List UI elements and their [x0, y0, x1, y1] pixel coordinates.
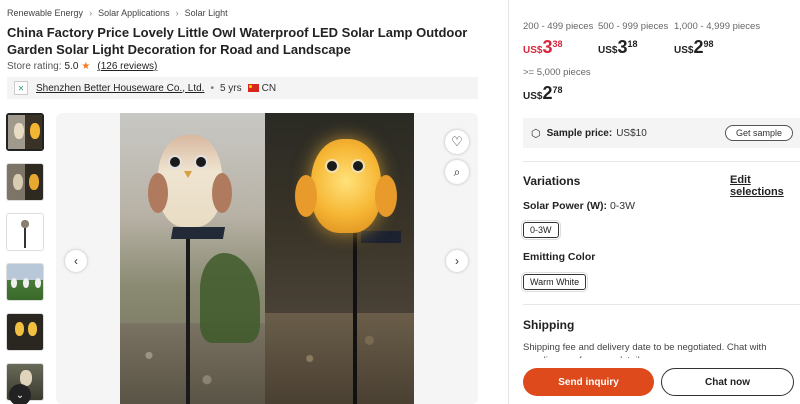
- supplier-logo: ✕: [14, 81, 28, 95]
- image-search-icon[interactable]: ⌕: [445, 160, 469, 184]
- chat-now-button[interactable]: Chat now: [661, 368, 794, 396]
- chevron-down-icon[interactable]: ⌄: [9, 384, 31, 404]
- divider: [523, 304, 800, 305]
- get-sample-button[interactable]: Get sample: [725, 125, 793, 141]
- product-photo: [120, 113, 414, 404]
- breadcrumb-item[interactable]: Solar Light: [185, 8, 228, 18]
- sample-price-label: Sample price:: [546, 127, 613, 139]
- tier-price: US$ 3 38: [523, 37, 563, 57]
- product-title: China Factory Price Lovely Little Owl Wa…: [7, 25, 468, 57]
- tier-range: 500 - 999 pieces: [598, 21, 669, 32]
- thumbnail-strip: [6, 113, 46, 404]
- sample-price-value: US$10: [616, 127, 647, 139]
- chevron-right-icon: ›: [89, 8, 93, 18]
- star-icon: ★: [81, 61, 91, 72]
- product-page: Renewable Energy › Solar Applications › …: [0, 0, 800, 404]
- emitting-color-label: Emitting Color: [523, 251, 596, 263]
- color-option-chip[interactable]: Warm White: [520, 272, 589, 292]
- chevron-right-icon: ›: [175, 8, 179, 18]
- breadcrumb-item[interactable]: Renewable Energy: [7, 8, 83, 18]
- supplier-bar: ✕ Shenzhen Better Houseware Co., Ltd. • …: [7, 77, 478, 99]
- sample-price-bar: ⬡ Sample price: US$10 Get sample: [523, 118, 800, 148]
- tier-range: 200 - 499 pieces: [523, 21, 594, 32]
- thumbnail[interactable]: [6, 213, 44, 251]
- action-bar: Send inquiry Chat now: [509, 358, 800, 404]
- tier-range: >= 5,000 pieces: [523, 67, 591, 78]
- tier-price: US$ 3 18: [598, 37, 638, 57]
- chevron-left-icon[interactable]: ‹: [65, 250, 87, 272]
- thumbnail[interactable]: [6, 113, 44, 151]
- china-flag-icon: [247, 84, 259, 92]
- power-option-chip[interactable]: 0-3W: [521, 220, 561, 240]
- heart-icon[interactable]: ♡: [445, 130, 469, 154]
- tier-price: US$ 2 78: [523, 83, 563, 103]
- shipping-title: Shipping: [523, 318, 575, 332]
- purchase-panel: 200 - 499 pieces US$ 3 38 500 - 999 pieces…: [508, 0, 800, 404]
- package-icon: ⬡: [531, 127, 541, 140]
- thumbnail[interactable]: [6, 163, 44, 201]
- send-inquiry-button[interactable]: Send inquiry: [523, 368, 654, 396]
- rating-score: 5.0: [64, 61, 79, 72]
- store-rating: Store rating: 5.0 ★ (126 reviews): [7, 61, 157, 72]
- divider: [523, 161, 800, 162]
- chevron-right-icon[interactable]: ›: [446, 250, 468, 272]
- supplier-years: 5 yrs: [219, 82, 242, 94]
- thumbnail[interactable]: [6, 263, 44, 301]
- thumbnail[interactable]: [6, 313, 44, 351]
- rating-label: Store rating:: [7, 61, 62, 72]
- breadcrumb: Renewable Energy › Solar Applications › …: [7, 8, 228, 18]
- edit-selections-link[interactable]: Edit selections: [730, 174, 800, 198]
- separator-dot: •: [210, 82, 214, 94]
- tier-range: 1,000 - 4,999 pieces: [674, 21, 761, 32]
- supplier-name-link[interactable]: Shenzhen Better Houseware Co., Ltd.: [36, 83, 204, 94]
- tier-price: US$ 2 98: [674, 37, 714, 57]
- reviews-link[interactable]: (126 reviews): [97, 61, 157, 72]
- breadcrumb-item[interactable]: Solar Applications: [98, 8, 170, 18]
- power-attribute: Solar Power (W): 0-3W: [523, 200, 636, 212]
- variations-title: Variations: [523, 174, 581, 188]
- supplier-country: CN: [261, 82, 277, 94]
- product-main-image: ‹ › ♡ ⌕: [56, 113, 478, 404]
